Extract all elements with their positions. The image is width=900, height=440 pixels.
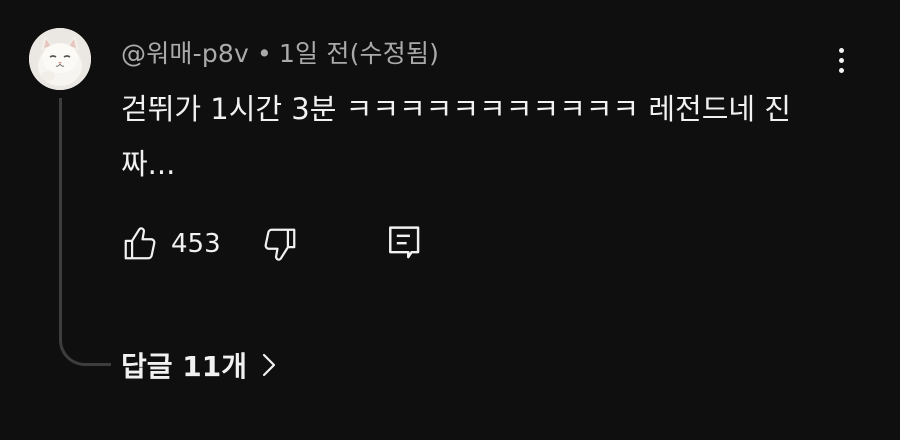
thumbs-up-icon: [124, 227, 156, 260]
like-button[interactable]: 453: [121, 222, 221, 266]
more-vertical-icon-dot: [838, 67, 844, 73]
more-vertical-icon-dot: [838, 47, 844, 53]
avatar[interactable]: [29, 28, 91, 90]
more-actions-button[interactable]: [826, 40, 856, 80]
header-separator: •: [257, 39, 272, 68]
dislike-button[interactable]: [261, 222, 299, 266]
more-vertical-icon-dot: [838, 57, 844, 63]
author-name[interactable]: @워매-p8v: [121, 39, 249, 68]
cat-avatar-image: [29, 28, 91, 90]
reply-button[interactable]: [387, 222, 423, 266]
comment-timestamp[interactable]: 1일 전(수정됨): [279, 39, 439, 68]
like-count: 453: [171, 229, 221, 259]
reply-thread-line: [59, 98, 111, 366]
reply-comment-icon: [389, 226, 420, 259]
thumbs-down-icon: [264, 228, 296, 261]
comment-thread: @워매-p8v • 1일 전(수정됨) 걷뛰가 1시간 3분 ㅋㅋㅋㅋㅋㅋㅋㅋㅋㅋㅋ…: [0, 0, 900, 440]
comment-text: 걷뛰가 1시간 3분 ㅋㅋㅋㅋㅋㅋㅋㅋㅋㅋㅋ 레전드네 진짜...: [121, 92, 791, 181]
comment-header: @워매-p8v • 1일 전(수정됨): [121, 34, 439, 70]
view-replies-button[interactable]: 답글 11개: [121, 343, 277, 387]
replies-label: 답글 11개: [121, 350, 247, 383]
comment-actions: 453: [121, 222, 521, 266]
chevron-right-icon: [261, 352, 277, 378]
